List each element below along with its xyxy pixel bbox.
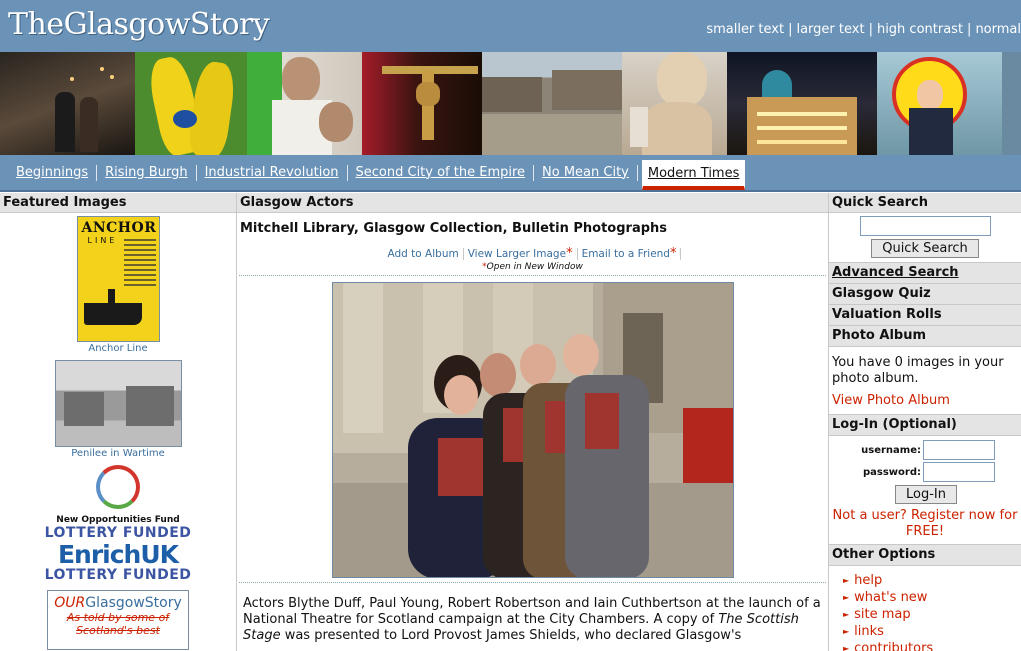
ogs-tagline: As told by some of Scotland's best [66, 611, 170, 637]
our-glasgow-story-banner[interactable]: OURGlasgowStory As told by some of Scotl… [47, 590, 189, 650]
poster-subtitle: LINE [87, 236, 118, 245]
password-field[interactable] [923, 462, 995, 482]
image-source: Mitchell Library, Glasgow Collection, Bu… [240, 221, 668, 236]
banner-statue-image [622, 52, 727, 155]
banner-smiley-man-image [877, 52, 1002, 155]
arrow-right-icon: ► [843, 627, 850, 636]
view-photo-album-link[interactable]: View Photo Album [829, 387, 1021, 415]
arrow-right-icon: ► [843, 644, 850, 651]
arrow-right-icon: ► [843, 576, 850, 585]
banner-men-image [247, 52, 362, 155]
register-link[interactable]: Not a user? Register now for FREE! [829, 506, 1021, 545]
featured-penilee[interactable]: Penilee in Wartime [0, 360, 236, 459]
glasgow-actors-photo[interactable] [331, 282, 734, 578]
ship-icon [83, 303, 142, 325]
smaller-text-link[interactable]: smaller text [706, 22, 784, 37]
larger-text-link[interactable]: larger text [796, 22, 864, 37]
new-window-note: *Open in New Window [239, 262, 826, 276]
quick-search-input[interactable] [859, 216, 991, 236]
login-heading: Log-In (Optional) [829, 415, 1021, 436]
featured-images-column: Featured Images ANCHOR LINE Anchor Line … [0, 193, 237, 651]
nav-rising-burgh[interactable]: Rising Burgh [97, 164, 197, 181]
banner-edge-image [1002, 52, 1021, 155]
arrow-right-icon: ► [843, 610, 850, 619]
photo-album-heading: Photo Album [829, 326, 1021, 347]
featured-anchor-line[interactable]: ANCHOR LINE Anchor Line [0, 216, 236, 354]
sidebar-right: Quick Search Quick Search Advanced Searc… [829, 193, 1021, 651]
ogs-title-our: OUR [54, 595, 86, 611]
other-options-heading: Other Options [829, 545, 1021, 566]
site-header: TheGlasgowStory smaller text | larger text… [0, 0, 1021, 52]
anchor-line-poster-image[interactable]: ANCHOR LINE [76, 216, 160, 342]
banner-crucifix-image [362, 52, 482, 155]
advanced-search-link[interactable]: Advanced Search [829, 263, 1021, 284]
glasgow-quiz-link[interactable]: Glasgow Quiz [829, 284, 1021, 305]
poster-title: ANCHOR [81, 220, 157, 236]
login-form: username: password: Log-In [829, 436, 1021, 506]
view-larger-image-link[interactable]: View Larger Image* [463, 246, 578, 261]
nav-no-mean-city[interactable]: No Mean City [534, 164, 638, 181]
featured-images-heading: Featured Images [0, 193, 236, 213]
photo-banner [0, 52, 1021, 155]
enrichuk-logo[interactable]: EnrichUK [0, 542, 236, 567]
nav-beginnings[interactable]: Beginnings [8, 164, 98, 181]
help-link[interactable]: ► help [843, 573, 1021, 590]
contributors-link[interactable]: ► contributors [843, 641, 1021, 651]
featured-caption-anchor-line[interactable]: Anchor Line [0, 343, 236, 354]
nav-modern-times[interactable]: Modern Times [641, 159, 746, 190]
normal-text-link[interactable]: normal [975, 22, 1021, 37]
quick-search-button[interactable]: Quick Search [871, 239, 979, 258]
actors-photo-drawing [332, 283, 733, 577]
add-to-album-link[interactable]: Add to Album [383, 248, 464, 260]
banner-night-buildings-image [727, 52, 877, 155]
ogs-title-glasgowstory: GlasgowStory [85, 595, 182, 611]
lottery-funding-logos: New Opportunities Fund LOTTERY FUNDED En… [0, 465, 236, 583]
lottery-fund-name: New Opportunities Fund [56, 515, 180, 525]
links-link[interactable]: ► links [843, 624, 1021, 641]
high-contrast-link[interactable]: high contrast [877, 22, 963, 37]
lottery-funded-label-2: LOTTERY FUNDED [44, 567, 192, 583]
site-map-link[interactable]: ► site map [843, 607, 1021, 624]
image-actions: Add to Album View Larger Image* Email to a… [237, 246, 828, 261]
other-options-list: ► help ► what's new ► site map ► links ► cont… [829, 566, 1021, 651]
username-field[interactable] [923, 440, 995, 460]
new-opportunities-fund-logo-icon [96, 465, 140, 509]
email-friend-link[interactable]: Email to a Friend* [577, 246, 682, 261]
password-label: password: [862, 466, 921, 478]
image-description: Actors Blythe Duff, Paul Young, Robert R… [243, 596, 821, 643]
arrow-right-icon: ► [843, 593, 850, 602]
accessibility-links: smaller text | larger text | high contrast | n… [706, 22, 1021, 37]
banner-quayside-image [482, 52, 622, 155]
penilee-photo-image[interactable] [54, 360, 182, 447]
page-title: Glasgow Actors [237, 193, 828, 213]
main-content: Glasgow Actors Mitchell Library, Glasgow… [237, 193, 829, 651]
lottery-funded-label: LOTTERY FUNDED [44, 525, 192, 541]
nav-industrial-revolution[interactable]: Industrial Revolution [197, 164, 348, 181]
login-button[interactable]: Log-In [895, 485, 957, 504]
nav-second-city[interactable]: Second City of the Empire [348, 164, 535, 181]
photo-album-status: You have 0 images in your photo album. [832, 355, 1004, 386]
quick-search-heading: Quick Search [829, 193, 1021, 213]
main-navigation: Beginnings Rising Burgh Industrial Revol… [0, 155, 1021, 192]
whats-new-link[interactable]: ► what's new [843, 590, 1021, 607]
banner-bananas-image [135, 52, 247, 155]
valuation-rolls-link[interactable]: Valuation Rolls [829, 305, 1021, 326]
site-logo[interactable]: TheGlasgowStory [8, 2, 270, 48]
username-label: username: [861, 444, 921, 456]
banner-street-image [0, 52, 135, 155]
quick-search-form: Quick Search [829, 213, 1021, 263]
featured-caption-penilee[interactable]: Penilee in Wartime [0, 448, 236, 459]
